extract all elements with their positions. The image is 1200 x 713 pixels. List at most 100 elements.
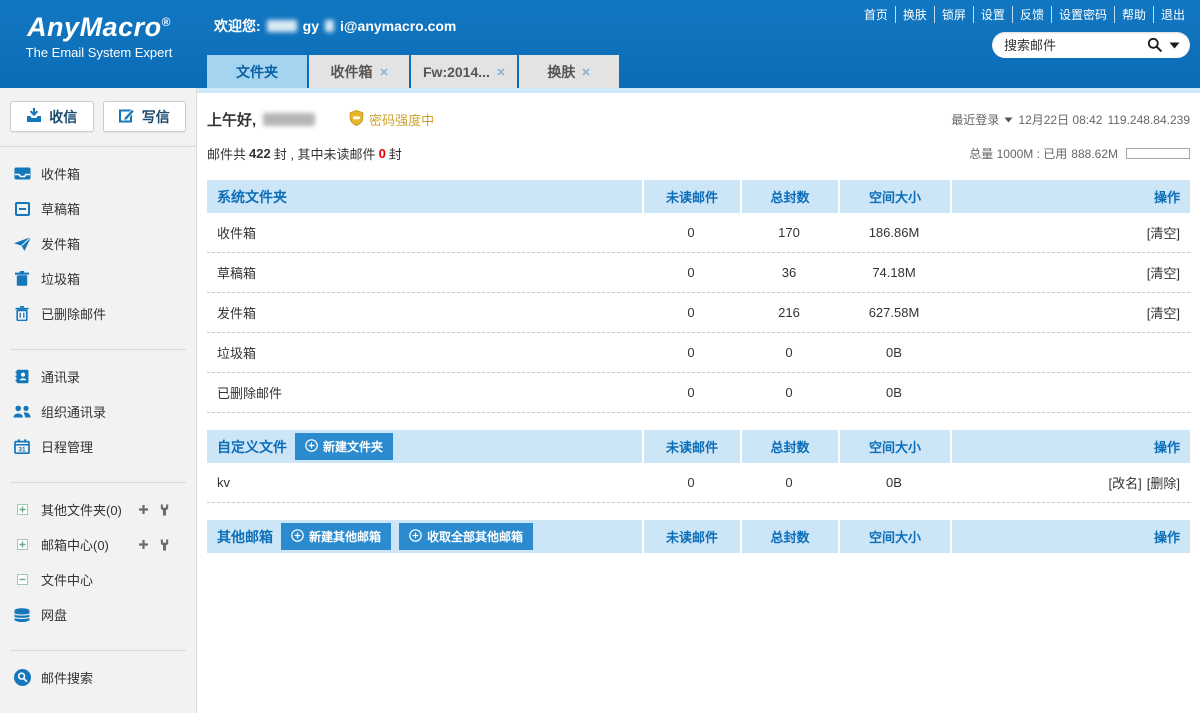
sidebar-item[interactable]: 组织通讯录 [0, 394, 196, 429]
table-title: 自定义文件 [217, 437, 287, 457]
top-link[interactable]: 退出 [1153, 6, 1192, 23]
sidebar-action-button[interactable]: 写信 [103, 101, 187, 132]
tab-label: 收件箱 [331, 62, 373, 82]
row-size: 0B [838, 385, 950, 400]
row-action-link[interactable]: [改名] [1109, 476, 1142, 491]
col-header-action: 操作 [950, 180, 1190, 213]
top-link[interactable]: 帮助 [1114, 6, 1153, 23]
table-row: 垃圾箱 0 0 0B [207, 333, 1190, 373]
sidebar-groups: 收件箱 草稿箱 [0, 147, 196, 704]
table-row: 草稿箱 0 36 74.18M [清空] [207, 253, 1190, 293]
tab[interactable]: 换肤 [519, 55, 619, 88]
table-header-button[interactable]: 新建文件夹 [295, 433, 393, 460]
tab-label: 文件夹 [236, 62, 278, 82]
mail-search-icon [13, 669, 31, 686]
circle-plus-icon [409, 529, 422, 545]
sidebar-item[interactable]: 发件箱 [0, 226, 196, 261]
top-links: 首页换肤锁屏设置反馈设置密码帮助退出 [857, 6, 1192, 23]
close-icon[interactable] [497, 68, 505, 76]
row-action-link[interactable]: [清空] [1147, 306, 1180, 321]
sidebar-action-button[interactable]: 收信 [10, 101, 94, 132]
caret-down-icon[interactable] [1169, 42, 1180, 49]
mail-search-box[interactable] [992, 32, 1190, 58]
plus-icon[interactable] [138, 539, 149, 550]
table-row: 收件箱 0 170 186.86M [清空] [207, 213, 1190, 253]
col-header-unread: 未读邮件 [642, 520, 740, 553]
expand-plus-icon[interactable] [13, 504, 31, 515]
sidebar-item[interactable]: 通讯录 [0, 359, 196, 394]
close-icon[interactable] [582, 68, 590, 76]
row-action-link[interactable]: [删除] [1147, 476, 1180, 491]
netdisk-icon [13, 608, 31, 622]
sidebar-item[interactable]: 文件中心 [0, 562, 196, 597]
table-header-button[interactable]: 新建其他邮箱 [281, 523, 391, 550]
sidebar-item-label: 网盘 [41, 605, 67, 624]
sidebar-item-label: 通讯录 [41, 367, 80, 386]
row-unread-count: 0 [642, 345, 740, 360]
search-icon[interactable] [1147, 37, 1163, 53]
top-link[interactable]: 设置 [973, 6, 1012, 23]
sidebar-item[interactable]: 已删除邮件 [0, 296, 196, 331]
folder-table: 系统文件夹 未读邮件 总封数 空间大小 操作 [207, 180, 1190, 413]
close-icon[interactable] [380, 68, 388, 76]
user-email: i@anymacro.com [340, 18, 456, 34]
sidebar-item-label: 邮箱中心(0) [41, 535, 109, 554]
search-input[interactable] [1004, 38, 1141, 53]
org-contacts-icon [13, 405, 31, 418]
receive-mail-icon [26, 108, 42, 126]
caret-down-small-icon[interactable] [1004, 117, 1013, 123]
top-link[interactable]: 反馈 [1012, 6, 1051, 23]
wrench-icon[interactable] [160, 504, 169, 516]
quota-label: 总量 1000M : 已用 [969, 145, 1067, 162]
sidebar-item[interactable]: 垃圾箱 [0, 261, 196, 296]
sidebar-item[interactable]: 草稿箱 [0, 191, 196, 226]
row-folder-name: 草稿箱 [207, 263, 642, 282]
wrench-icon[interactable] [160, 539, 169, 551]
row-folder-name: kv [207, 475, 642, 490]
table-header: 系统文件夹 未读邮件 总封数 空间大小 操作 [207, 180, 1190, 213]
row-action-link[interactable]: [清空] [1147, 226, 1180, 241]
sidebar-item[interactable]: 邮件搜索 [0, 660, 196, 695]
row-unread-count: 0 [642, 225, 740, 240]
sidebar-group: 其他文件夹(0) 邮箱中心(0) [0, 473, 196, 641]
sidebar-item[interactable]: 网盘 [0, 597, 196, 632]
table-row: 已删除邮件 0 0 0B [207, 373, 1190, 413]
password-strength-badge[interactable]: 密码强度中 [349, 110, 434, 129]
table-header-button-label: 新建其他邮箱 [309, 528, 381, 545]
row-total-count: 0 [740, 385, 838, 400]
sent-icon [13, 237, 31, 251]
table-header-button[interactable]: 收取全部其他邮箱 [399, 523, 533, 550]
top-link[interactable]: 首页 [857, 6, 895, 23]
row-total-count: 0 [740, 345, 838, 360]
last-login-datetime: 12月22日 08:42 [1018, 111, 1102, 128]
summary-unread-count: 0 [379, 146, 386, 161]
table-header-button-label: 收取全部其他邮箱 [427, 528, 523, 545]
expand-minus-icon[interactable] [13, 574, 31, 585]
summary-suffix: 封 [389, 144, 402, 163]
col-header-action: 操作 [950, 520, 1190, 553]
row-action-link[interactable]: [清空] [1147, 266, 1180, 281]
sidebar-item-label: 邮件搜索 [41, 668, 93, 687]
calendar-icon: 31 [13, 439, 31, 454]
top-link[interactable]: 锁屏 [934, 6, 973, 23]
row-total-count: 170 [740, 225, 838, 240]
tab[interactable]: 收件箱 [309, 55, 409, 88]
brand-name-text: AnyMacro [27, 12, 162, 42]
quota-bar [1126, 148, 1190, 159]
greeting-prefix: 上午好, [207, 109, 256, 130]
tab[interactable]: Fw:2014... [411, 55, 517, 88]
expand-plus-icon[interactable] [13, 539, 31, 550]
sidebar-item[interactable]: 31 日程管理 [0, 429, 196, 464]
last-login-label: 最近登录 [951, 111, 999, 128]
sidebar-item[interactable]: 邮箱中心(0) [0, 527, 196, 562]
sidebar-item[interactable]: 其他文件夹(0) [0, 492, 196, 527]
plus-icon[interactable] [138, 504, 149, 515]
sidebar-item[interactable]: 收件箱 [0, 156, 196, 191]
top-link[interactable]: 设置密码 [1051, 6, 1114, 23]
row-folder-name: 收件箱 [207, 223, 642, 242]
tab[interactable]: 文件夹 [207, 55, 307, 88]
col-header-unread: 未读邮件 [642, 180, 740, 213]
row-total-count: 36 [740, 265, 838, 280]
top-link[interactable]: 换肤 [895, 6, 934, 23]
welcome-bar: 欢迎您: gy i@anymacro.com [214, 16, 456, 36]
